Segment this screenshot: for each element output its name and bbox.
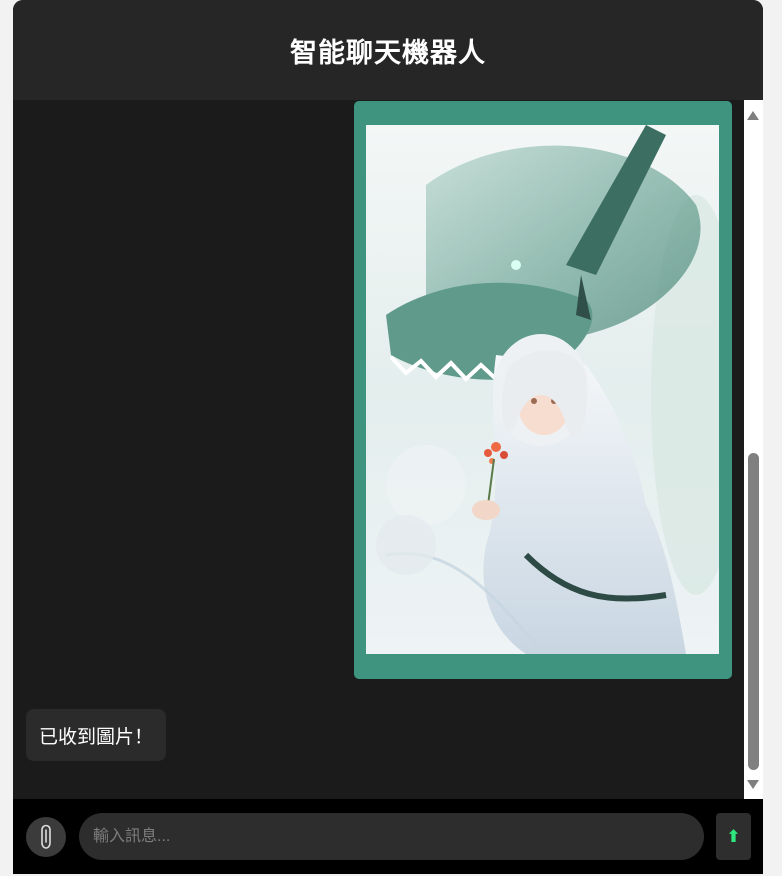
scroll-up-arrow-icon[interactable]	[747, 111, 759, 120]
bot-message: 已收到圖片！	[26, 709, 167, 761]
input-bar: ⬆	[13, 799, 763, 874]
paperclip-icon	[41, 824, 51, 849]
scroll-down-arrow-icon[interactable]	[747, 780, 759, 789]
header: 智能聊天機器人	[13, 0, 763, 100]
scroll-thumb[interactable]	[748, 453, 759, 770]
attach-button[interactable]	[26, 817, 66, 857]
message-list: 已收到圖片！	[13, 100, 744, 799]
page-title: 智能聊天機器人	[290, 37, 486, 69]
dragon-girl-illustration	[366, 125, 719, 654]
scrollbar[interactable]	[744, 100, 763, 799]
uploaded-image[interactable]	[366, 125, 719, 654]
chat-app: 智能聊天機器人 已收到圖片！ 輸入訊息... ⬆	[13, 0, 763, 874]
arrow-up-icon: ⬆	[726, 826, 741, 847]
message-input[interactable]	[79, 813, 704, 860]
user-image-message	[354, 101, 732, 679]
send-button[interactable]: ⬆	[716, 813, 751, 860]
